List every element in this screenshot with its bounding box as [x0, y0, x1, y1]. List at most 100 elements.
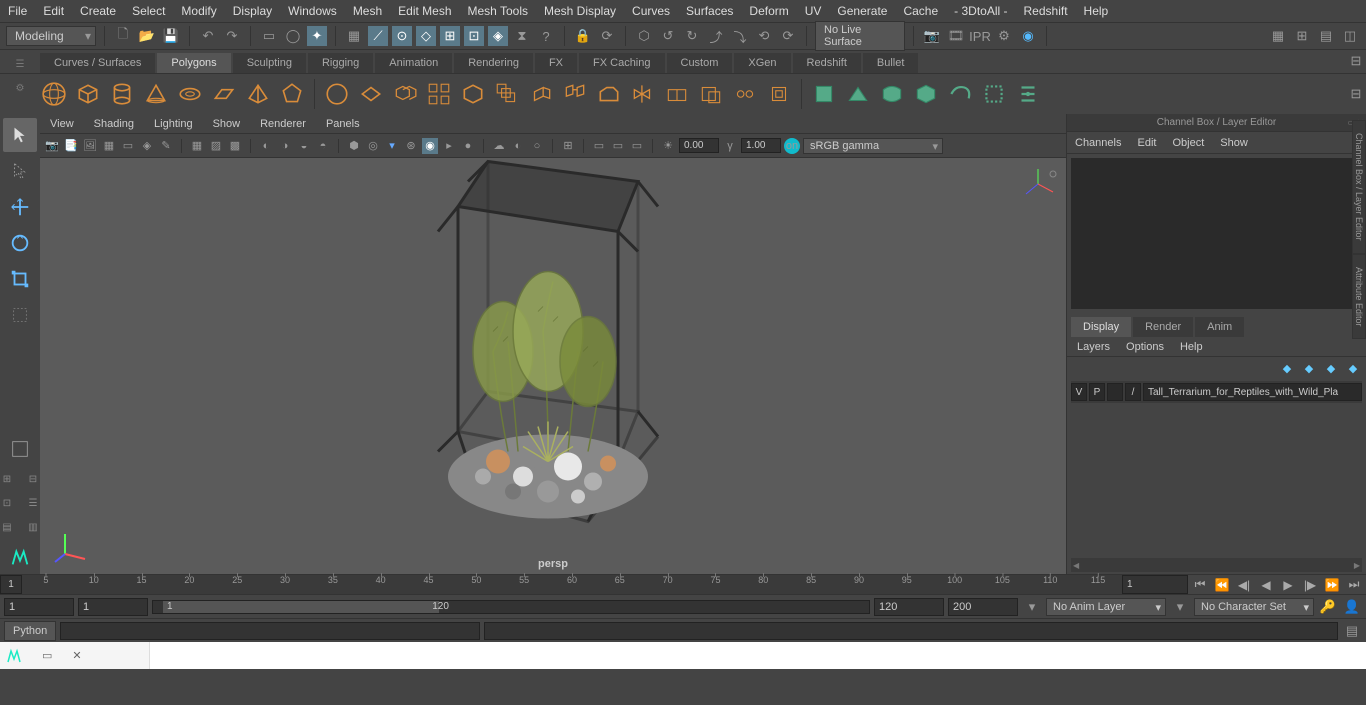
- poly-cylinder-icon[interactable]: [108, 80, 136, 108]
- shelf-tab-curves[interactable]: Curves / Surfaces: [40, 53, 155, 73]
- lasso-icon[interactable]: ◯: [283, 26, 303, 46]
- vp-safe-icon[interactable]: ✎: [158, 138, 174, 154]
- vp-ex2-icon[interactable]: ▭: [591, 138, 607, 154]
- menu-file[interactable]: File: [8, 4, 27, 18]
- panel3-icon[interactable]: ▤: [1316, 26, 1336, 46]
- layer-visibility-toggle[interactable]: V: [1071, 383, 1087, 401]
- poly-append-icon[interactable]: [878, 80, 906, 108]
- layer-name-field[interactable]: Tall_Terrarium_for_Reptiles_with_Wild_Pl…: [1143, 383, 1362, 401]
- vp-shadows-icon[interactable]: ⊛: [403, 138, 419, 154]
- taskbar-minimize-icon[interactable]: ▭: [42, 649, 52, 662]
- rotate-tool[interactable]: [3, 226, 37, 260]
- misc-icon[interactable]: ?: [536, 26, 556, 46]
- menu-curves[interactable]: Curves: [632, 4, 670, 18]
- cp1-icon[interactable]: ↺: [658, 26, 678, 46]
- vp-motion-icon[interactable]: ▸: [441, 138, 457, 154]
- character-set-select[interactable]: No Character Set: [1194, 598, 1314, 616]
- cp5-icon[interactable]: ⟲: [754, 26, 774, 46]
- playback-start-input[interactable]: [78, 598, 148, 616]
- menu-generate[interactable]: Generate: [837, 4, 887, 18]
- vp-ao-icon[interactable]: ◉: [422, 138, 438, 154]
- step-back-icon[interactable]: ◀|: [1236, 577, 1252, 593]
- cp2-icon[interactable]: ↻: [682, 26, 702, 46]
- history-icon[interactable]: ⟳: [597, 26, 617, 46]
- cp6-icon[interactable]: ⟳: [778, 26, 798, 46]
- live-surface-select[interactable]: No Live Surface: [815, 21, 905, 51]
- channels-menu[interactable]: Channels: [1075, 137, 1121, 149]
- vp-menu-view[interactable]: View: [50, 118, 74, 130]
- vp-light3-icon[interactable]: ◒: [296, 138, 312, 154]
- vp-col-icon[interactable]: ○: [529, 138, 545, 154]
- play-forward-icon[interactable]: ▶: [1280, 577, 1296, 593]
- snap-point-icon[interactable]: ⊙: [392, 26, 412, 46]
- redo-icon[interactable]: ↷: [222, 26, 242, 46]
- range-menu-icon[interactable]: ▾: [1022, 597, 1042, 617]
- menu-redshift[interactable]: Redshift: [1024, 4, 1068, 18]
- snap-grid-icon[interactable]: ▦: [344, 26, 364, 46]
- layout-custom1-icon[interactable]: ▤: [0, 517, 19, 537]
- vp-ex4-icon[interactable]: ▭: [629, 138, 645, 154]
- poly-cone-icon[interactable]: [142, 80, 170, 108]
- construction-icon[interactable]: ⬡: [634, 26, 654, 46]
- layer-move-down-icon[interactable]: ◆: [1302, 361, 1316, 375]
- panel2-icon[interactable]: ⊞: [1292, 26, 1312, 46]
- layer-move-up-icon[interactable]: ◆: [1280, 361, 1294, 375]
- snap-view-icon[interactable]: ⊞: [440, 26, 460, 46]
- channels-object-menu[interactable]: Object: [1172, 137, 1204, 149]
- save-scene-icon[interactable]: 💾: [161, 26, 181, 46]
- menu-deform[interactable]: Deform: [749, 4, 788, 18]
- shelf-tab-redshift[interactable]: Redshift: [793, 53, 861, 73]
- layer-new-selected-icon[interactable]: ◆: [1346, 361, 1360, 375]
- poly-multicut-icon[interactable]: [697, 80, 725, 108]
- menu-edit[interactable]: Edit: [43, 4, 64, 18]
- undo-icon[interactable]: ↶: [198, 26, 218, 46]
- layer-playback-toggle[interactable]: P: [1089, 383, 1105, 401]
- nav-cube-icon[interactable]: [1018, 164, 1058, 204]
- open-scene-icon[interactable]: 📂: [137, 26, 157, 46]
- vp-colorspace-select[interactable]: sRGB gamma: [803, 138, 943, 154]
- channels-show-menu[interactable]: Show: [1220, 137, 1248, 149]
- poly-boolean-icon[interactable]: [493, 80, 521, 108]
- poly-plane-icon[interactable]: [210, 80, 238, 108]
- vp-xray-icon[interactable]: ◎: [365, 138, 381, 154]
- menu-3dtoall[interactable]: - 3DtoAll -: [954, 4, 1007, 18]
- layout-three-icon[interactable]: ⊡: [0, 493, 19, 513]
- new-scene-icon[interactable]: 🗋: [113, 26, 133, 46]
- workspace-mode-select[interactable]: Modeling: [6, 26, 96, 46]
- vp-menu-shading[interactable]: Shading: [94, 118, 134, 130]
- poly-separate-icon[interactable]: [425, 80, 453, 108]
- poly-collapse-icon[interactable]: [765, 80, 793, 108]
- vp-exposure-icon[interactable]: ☀: [660, 138, 676, 154]
- snap-plane-icon[interactable]: ◇: [416, 26, 436, 46]
- layer-color-swatch[interactable]: /: [1125, 383, 1141, 401]
- vp-menu-panels[interactable]: Panels: [326, 118, 360, 130]
- vp-light2-icon[interactable]: ◑: [277, 138, 293, 154]
- snap-live-icon[interactable]: ◈: [488, 26, 508, 46]
- timeline-current-frame[interactable]: 1: [1122, 575, 1188, 594]
- menu-help[interactable]: Help: [1084, 4, 1109, 18]
- vp-film-icon[interactable]: ▭: [120, 138, 136, 154]
- step-forward-icon[interactable]: |▶: [1302, 577, 1318, 593]
- vp-aa-icon[interactable]: ●: [460, 138, 476, 154]
- layers-menu[interactable]: Layers: [1077, 341, 1110, 353]
- step-back-key-icon[interactable]: ⏪: [1214, 577, 1230, 593]
- shelf-tab-polygons[interactable]: Polygons: [157, 53, 230, 73]
- layer-new-empty-icon[interactable]: ◆: [1324, 361, 1338, 375]
- cp3-icon[interactable]: ⤴: [706, 26, 726, 46]
- menu-mesh-display[interactable]: Mesh Display: [544, 4, 616, 18]
- vp-camera-icon[interactable]: 📷: [44, 138, 60, 154]
- move-tool[interactable]: [3, 190, 37, 224]
- anim-start-input[interactable]: [4, 598, 74, 616]
- taskbar-app-maya[interactable]: ▭ ✕: [0, 642, 150, 669]
- layout-four-icon[interactable]: ⊞: [0, 469, 19, 489]
- menu-windows[interactable]: Windows: [288, 4, 337, 18]
- poly-platonic-icon[interactable]: [278, 80, 306, 108]
- playback-end-input[interactable]: [874, 598, 944, 616]
- anim-layer-select[interactable]: No Anim Layer: [1046, 598, 1166, 616]
- shelf-tab-bullet[interactable]: Bullet: [863, 53, 919, 73]
- snap-curve-icon[interactable]: ⟋: [368, 26, 388, 46]
- display-layer-row[interactable]: V P / Tall_Terrarium_for_Reptiles_with_W…: [1071, 381, 1362, 403]
- poly-sphere-icon[interactable]: [40, 80, 68, 108]
- viewport-canvas[interactable]: persp: [40, 158, 1066, 574]
- poly-pyramid-icon[interactable]: [244, 80, 272, 108]
